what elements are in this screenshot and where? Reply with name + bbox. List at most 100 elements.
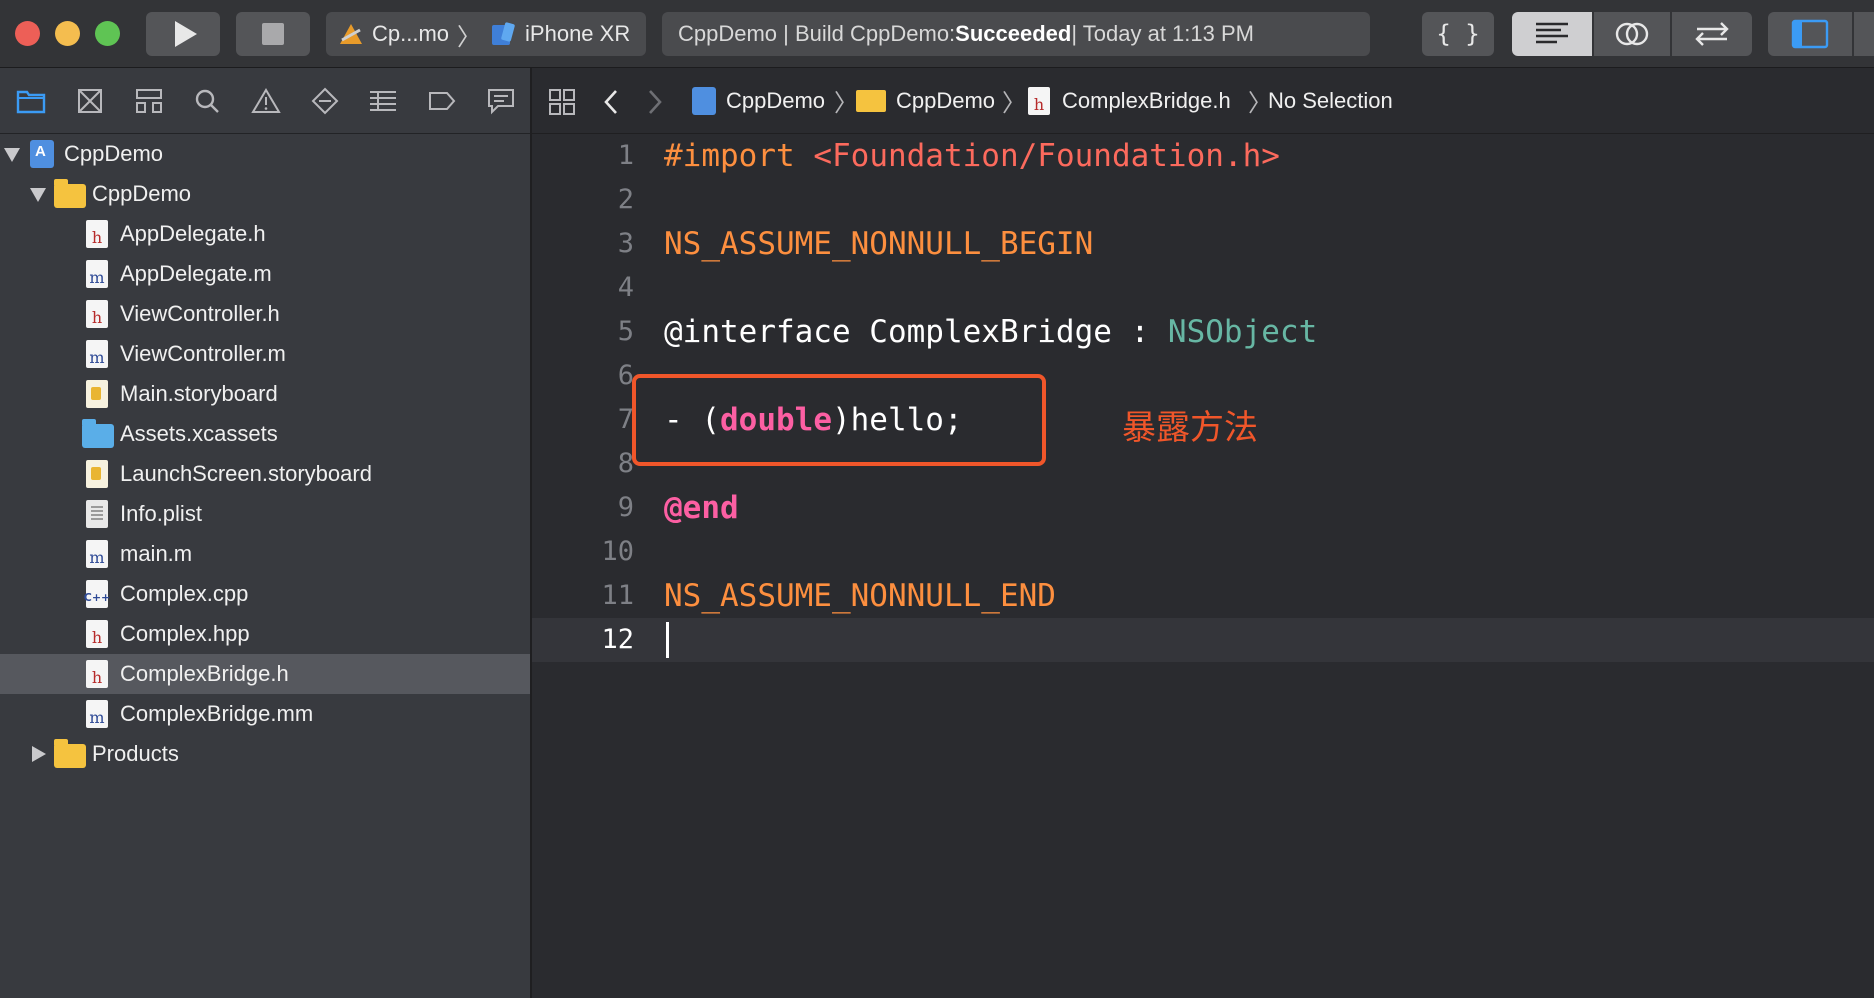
debug-icon xyxy=(370,90,397,111)
line-number: 1 xyxy=(617,140,634,171)
navigator-tabs xyxy=(0,68,530,134)
tree-item-file[interactable]: C++ Complex.cpp xyxy=(0,574,530,614)
braces-icon: { } xyxy=(1436,20,1480,48)
string-token: <Foundation/Foundation.h> xyxy=(813,138,1280,174)
tab-find[interactable] xyxy=(178,71,237,131)
sidebar-left-icon xyxy=(1791,19,1829,49)
tree-item-file[interactable]: m main.m xyxy=(0,534,530,574)
tree-item-file[interactable]: h AppDelegate.h xyxy=(0,214,530,254)
report-icon xyxy=(487,88,514,114)
assistant-editor-button[interactable] xyxy=(1594,12,1670,56)
tab-issues[interactable] xyxy=(237,71,296,131)
toggle-navigator-button[interactable] xyxy=(1768,12,1852,56)
tree-item-file[interactable]: h Complex.hpp xyxy=(0,614,530,654)
library-button[interactable]: { } xyxy=(1422,12,1494,56)
tree-item-label: CppDemo xyxy=(92,181,192,206)
tree-item-file[interactable]: Main.storyboard xyxy=(0,374,530,414)
folder-icon xyxy=(856,89,886,112)
tree-item-file-selected[interactable]: h ComplexBridge.h xyxy=(0,654,530,694)
tree-item-label: ViewController.h xyxy=(120,301,280,326)
tab-tests[interactable] xyxy=(295,71,354,131)
tab-breakpoints[interactable] xyxy=(413,71,472,131)
tree-item-group[interactable]: Products xyxy=(0,734,530,774)
breakpoint-icon xyxy=(429,91,456,110)
tree-item-file[interactable]: m ComplexBridge.mm xyxy=(0,694,530,734)
toggle-debug-area-button[interactable] xyxy=(1854,12,1874,56)
tab-reports[interactable] xyxy=(471,71,530,131)
jumpbar-file-label: ComplexBridge.h xyxy=(1062,87,1231,113)
tree-item-label: main.m xyxy=(120,541,193,566)
objc-file-icon: m xyxy=(86,540,108,568)
tree-item-file[interactable]: m ViewController.m xyxy=(0,334,530,374)
code-line[interactable]: 4 xyxy=(532,266,1874,310)
jumpbar-group-label: CppDemo xyxy=(896,87,996,113)
jumpbar-project-label: CppDemo xyxy=(726,87,826,113)
jumpbar-project[interactable]: CppDemo xyxy=(692,86,826,115)
overlapping-circles-icon xyxy=(1615,22,1649,46)
xcode-scheme-icon xyxy=(340,24,362,44)
stop-icon xyxy=(262,23,284,45)
asset-catalog-icon xyxy=(82,419,114,448)
standard-editor-button[interactable] xyxy=(1512,12,1592,56)
disclosure-open-icon[interactable] xyxy=(4,148,20,162)
tree-item-label: LaunchScreen.storyboard xyxy=(120,461,372,486)
stop-button[interactable] xyxy=(236,12,310,56)
code-line[interactable]: 9 @end xyxy=(532,486,1874,530)
tree-item-file[interactable]: m AppDelegate.m xyxy=(0,254,530,294)
tree-item-file[interactable]: Assets.xcassets xyxy=(0,414,530,454)
code-text: @end xyxy=(664,490,739,526)
device-name: iPhone XR xyxy=(525,21,631,46)
tab-project-navigator[interactable] xyxy=(2,71,61,131)
storyboard-file-icon xyxy=(86,380,108,408)
related-items-icon[interactable] xyxy=(548,88,576,116)
jumpbar-file[interactable]: h ComplexBridge.h xyxy=(1028,86,1231,115)
tree-item-label: Products xyxy=(92,741,179,766)
test-icon xyxy=(311,87,339,114)
tree-item-group[interactable]: CppDemo xyxy=(0,174,530,214)
code-line[interactable]: 3 NS_ASSUME_NONNULL_BEGIN xyxy=(532,222,1874,266)
chevron-right-icon: 〉 xyxy=(457,23,482,51)
jumpbar-group[interactable]: CppDemo xyxy=(856,88,995,114)
code-line[interactable]: 1 #import <Foundation/Foundation.h> xyxy=(532,134,1874,178)
line-number: 12 xyxy=(601,624,634,655)
class-token: NSObject xyxy=(1167,314,1318,350)
code-line[interactable]: 11 NS_ASSUME_NONNULL_END xyxy=(532,574,1874,618)
code-line-current[interactable]: 12 xyxy=(532,618,1874,662)
back-chevron-icon[interactable] xyxy=(602,88,620,116)
run-button[interactable] xyxy=(146,12,220,56)
tree-item-project[interactable]: CppDemo xyxy=(0,134,530,174)
tree-item-file[interactable]: h ViewController.h xyxy=(0,294,530,334)
tab-debug[interactable] xyxy=(354,71,413,131)
header-file-icon: h xyxy=(86,220,108,248)
objcpp-file-icon: m xyxy=(86,700,108,728)
jump-bar: CppDemo 〉 CppDemo 〉 h ComplexBridge.h 〉 … xyxy=(532,68,1874,134)
code-line[interactable]: 10 xyxy=(532,530,1874,574)
disclosure-open-icon[interactable] xyxy=(30,188,46,202)
line-number: 2 xyxy=(617,184,634,215)
tab-symbols[interactable] xyxy=(119,71,178,131)
text-cursor xyxy=(666,622,669,658)
plist-file-icon xyxy=(86,500,108,528)
tree-item-file[interactable]: Info.plist xyxy=(0,494,530,534)
tree-item-label: ViewController.m xyxy=(120,341,286,366)
line-number: 9 xyxy=(617,492,634,523)
tab-source-control[interactable] xyxy=(61,71,120,131)
project-navigator: CppDemo CppDemo h AppDelegate.h m AppDel… xyxy=(0,68,532,998)
jumpbar-selection[interactable]: No Selection xyxy=(1268,88,1393,114)
objc-file-icon: m xyxy=(86,340,108,368)
version-editor-button[interactable] xyxy=(1672,12,1752,56)
forward-chevron-icon[interactable] xyxy=(646,88,664,116)
symbol-icon xyxy=(135,88,162,113)
scheme-selector[interactable]: Cp...mo 〉 iPhone XR xyxy=(326,12,646,56)
window-minimize-button[interactable] xyxy=(55,21,80,46)
code-line[interactable]: 5 @interface ComplexBridge : NSObject xyxy=(532,310,1874,354)
disclosure-closed-icon[interactable] xyxy=(32,746,46,762)
simulator-device-icon xyxy=(492,22,515,45)
chevron-right-icon: 〉 xyxy=(1002,90,1026,117)
code-line[interactable]: 2 xyxy=(532,178,1874,222)
tree-item-file[interactable]: LaunchScreen.storyboard xyxy=(0,454,530,494)
window-close-button[interactable] xyxy=(15,21,40,46)
lines-icon xyxy=(1536,22,1568,44)
window-zoom-button[interactable] xyxy=(95,21,120,46)
activity-status: CppDemo | Build CppDemo: Succeeded | Tod… xyxy=(662,12,1370,56)
